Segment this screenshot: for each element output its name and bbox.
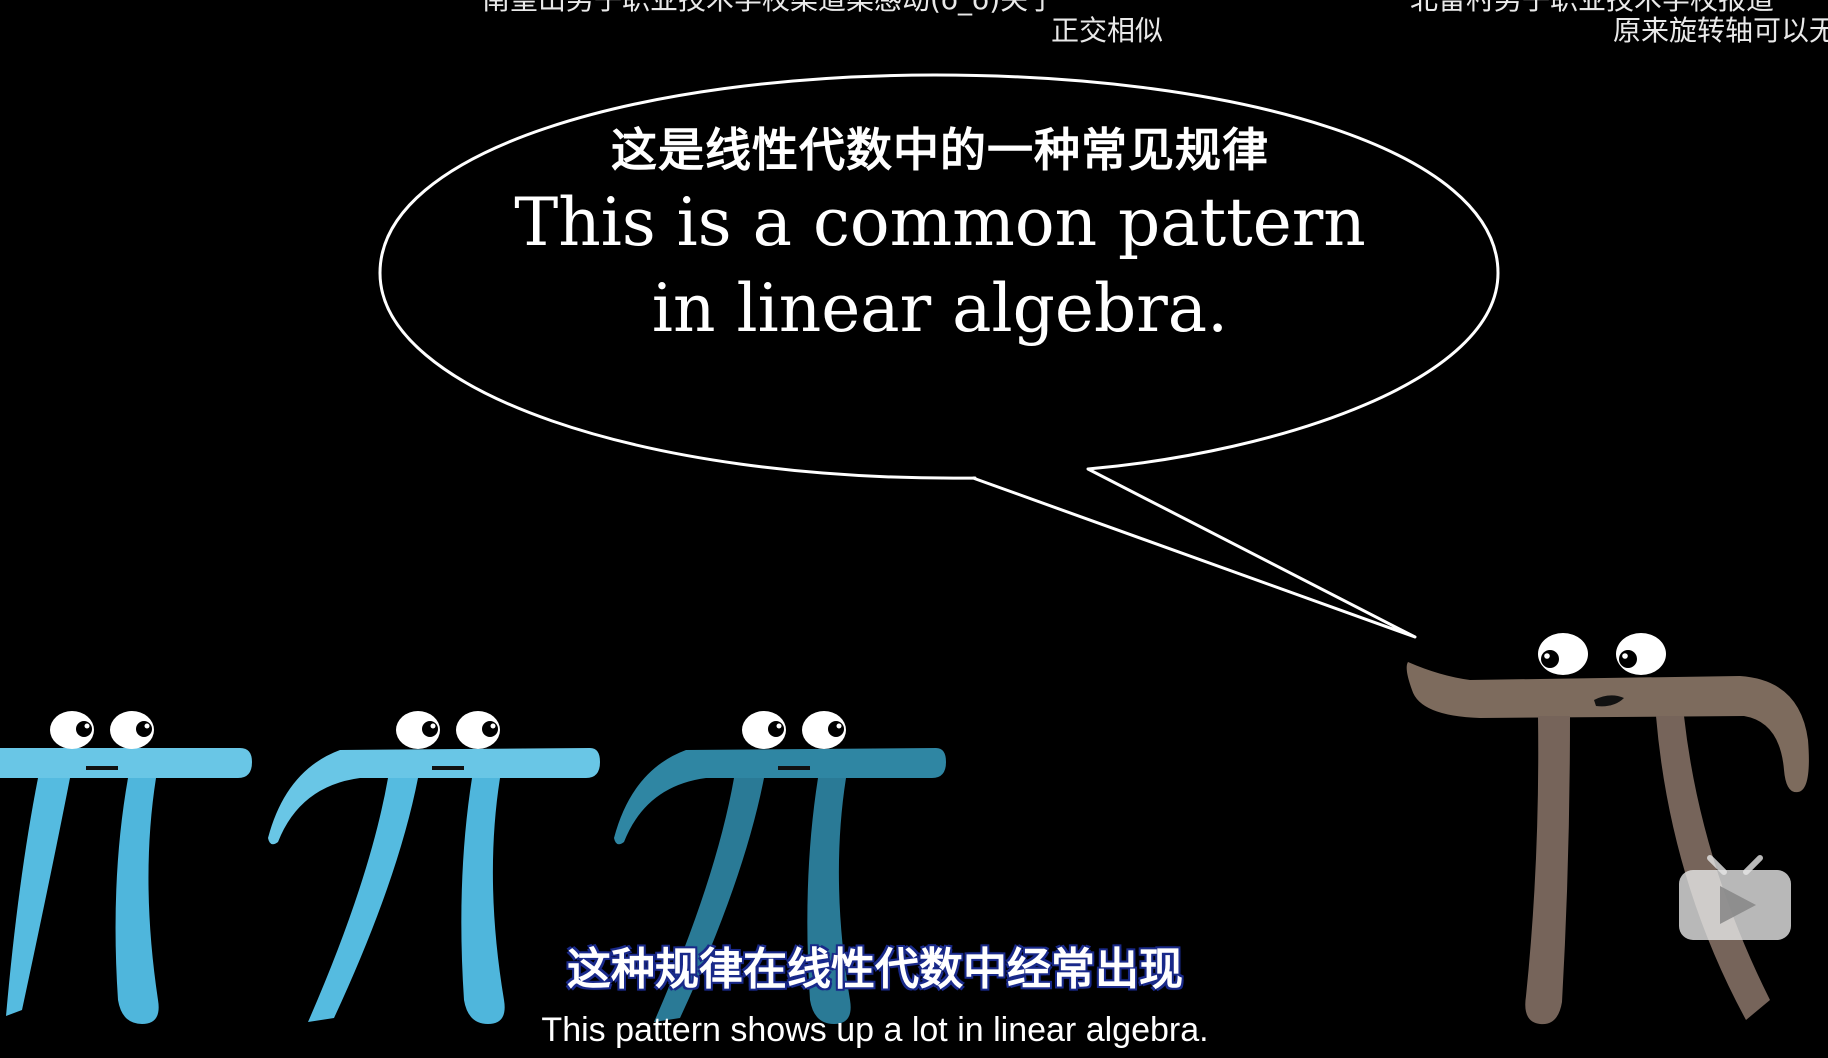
speech-bubble-english-line-2: in linear algebra. bbox=[651, 270, 1229, 347]
bilibili-tv-icon[interactable] bbox=[1676, 848, 1794, 944]
pi-mouth bbox=[86, 766, 118, 770]
danmaku-comment: 原来旋转轴可以无 bbox=[1613, 14, 1828, 47]
speech-bubble-chinese: 这是线性代数中的一种常见规律 bbox=[611, 123, 1269, 177]
subtitle-english: This pattern shows up a lot in linear al… bbox=[541, 1011, 1209, 1049]
speech-bubble-english-line-1: This is a common pattern bbox=[514, 184, 1366, 261]
pi-mouth bbox=[432, 766, 464, 770]
danmaku-comment: 南望山男子职业技术学校渠道渠感动(ó_ò)关于 bbox=[482, 0, 1056, 14]
pi-mouth bbox=[778, 766, 810, 770]
speech-bubble-text: 这是线性代数中的一种常见规律 This is a common pattern … bbox=[380, 120, 1500, 352]
danmaku-comment: 北雷村男子职业技术学校报道 bbox=[1410, 0, 1774, 14]
danmaku-comment: 正交相似 bbox=[1051, 14, 1164, 47]
subtitle-chinese: 这种规律在线性代数中经常出现 bbox=[567, 944, 1183, 995]
